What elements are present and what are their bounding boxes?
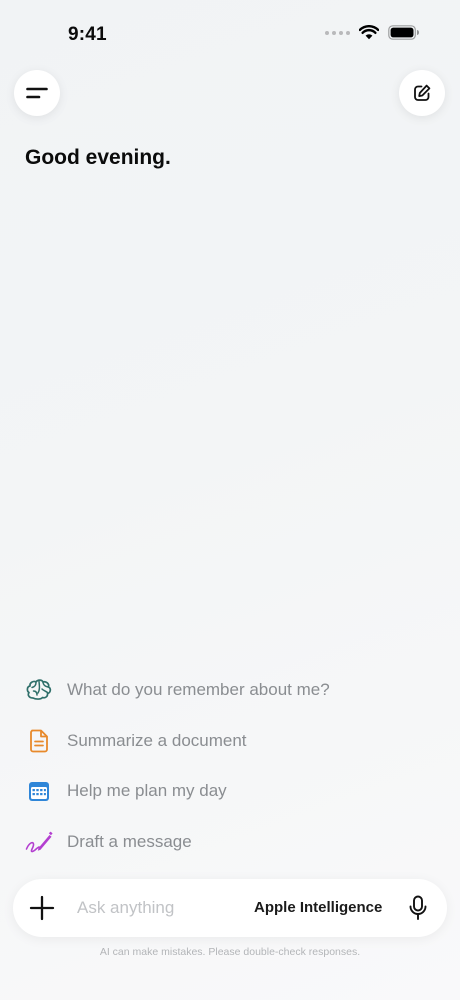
greeting-title: Good evening. xyxy=(25,146,171,169)
suggestion-label: Summarize a document xyxy=(67,730,247,750)
suggestion-summarize[interactable]: Summarize a document xyxy=(25,723,425,759)
status-bar: 9:41 xyxy=(0,0,460,60)
attach-button[interactable] xyxy=(27,893,57,923)
battery-icon xyxy=(388,25,419,40)
suggestion-plan-day[interactable]: Help me plan my day xyxy=(25,773,425,809)
wifi-icon xyxy=(359,25,379,40)
calendar-icon xyxy=(25,777,53,805)
model-selector[interactable]: Apple Intelligence xyxy=(254,899,382,916)
menu-lines-icon xyxy=(26,87,48,99)
brain-icon xyxy=(25,676,53,704)
suggestion-remember[interactable]: What do you remember about me? xyxy=(25,672,425,708)
status-time: 9:41 xyxy=(68,24,107,45)
microphone-icon xyxy=(409,895,427,920)
chat-input-bar: Apple Intelligence xyxy=(13,879,447,937)
suggestion-list: What do you remember about me? Summarize… xyxy=(25,672,425,874)
suggestion-label: Help me plan my day xyxy=(67,781,227,800)
new-chat-button[interactable] xyxy=(399,70,445,116)
plus-icon xyxy=(29,895,55,921)
signal-dots-icon xyxy=(325,30,350,35)
status-icons xyxy=(325,25,420,40)
menu-button[interactable] xyxy=(14,70,60,116)
document-icon xyxy=(25,727,53,755)
suggestion-label: What do you remember about me? xyxy=(67,680,330,699)
suggestion-draft-message[interactable]: Draft a message xyxy=(25,824,425,860)
ask-input[interactable] xyxy=(77,895,237,921)
compose-icon xyxy=(414,84,431,101)
suggestion-label: Draft a message xyxy=(67,831,192,851)
microphone-button[interactable] xyxy=(405,894,431,922)
pen-icon xyxy=(25,828,53,856)
ai-disclaimer: AI can make mistakes. Please double-chec… xyxy=(99,946,361,958)
